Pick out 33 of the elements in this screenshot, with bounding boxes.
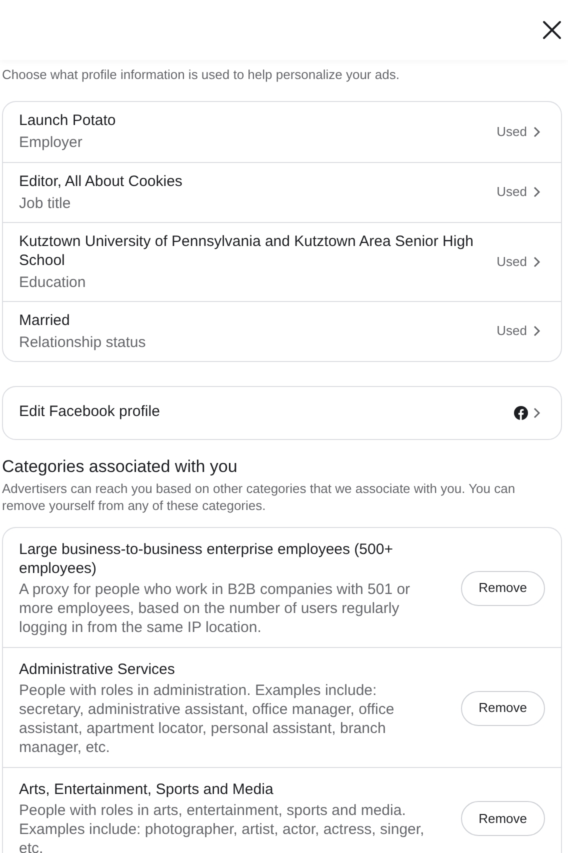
- category-description: People with roles in administration. Examples include: secretary, administrative assistant, office manager, office assistant, apartment locator, personal assistant, branch manager, etc.: [19, 680, 396, 756]
- edit-profile-link[interactable]: Edit Facebook profile: [2, 386, 562, 440]
- intro-text: Choose what profile information is used to help personalize your ads.: [2, 66, 400, 84]
- item-subtitle: Employer: [19, 133, 84, 152]
- item-subtitle: Education: [19, 272, 87, 292]
- item-title: Married: [19, 310, 71, 330]
- chevron-icon: [533, 186, 541, 198]
- category-description: People with roles in arts, entertainment, sports and media. Examples include: photographer, artist, actor, actress, singer, etc.: [19, 800, 426, 853]
- category-title: Administrative Services: [19, 660, 176, 678]
- item-title: Launch Potato: [19, 111, 117, 130]
- used-link[interactable]: Used: [496, 321, 541, 341]
- close-button[interactable]: [541, 19, 563, 41]
- chevron-icon: [533, 256, 541, 268]
- used-link[interactable]: Used: [496, 122, 541, 142]
- facebook-icon: [514, 406, 528, 420]
- remove-button[interactable]: Remove: [460, 801, 545, 836]
- used-link[interactable]: Used: [496, 182, 541, 202]
- section-heading: Categories associated with you: [2, 456, 238, 478]
- remove-button[interactable]: Remove: [460, 690, 545, 726]
- category-title: Arts, Entertainment, Sports and Media: [19, 780, 274, 798]
- used-link[interactable]: Used: [496, 252, 541, 272]
- item-title: Kutztown University of Pennsylvania and Kutztown Area Senior High School: [19, 232, 474, 270]
- item-subtitle: Relationship status: [19, 332, 147, 352]
- category-title: Large business-to-business enterprise employees (500+ employees): [19, 540, 394, 578]
- section-description: Advertisers can reach you based on other categories that we associate with you. You can remove yourself from any of these categories.: [2, 480, 516, 514]
- chevron-icon: [533, 325, 541, 337]
- remove-button[interactable]: Remove: [460, 570, 545, 606]
- close-icon: [542, 20, 562, 40]
- chevron-icon: [533, 126, 541, 138]
- chevron-icon: [533, 406, 541, 418]
- category-description: A proxy for people who work in B2B companies with 501 or more employees, based on the number of users regularly logging in from the same IP location.: [19, 580, 412, 636]
- item-title: Editor, All About Cookies: [19, 172, 184, 190]
- item-subtitle: Job title: [19, 194, 72, 212]
